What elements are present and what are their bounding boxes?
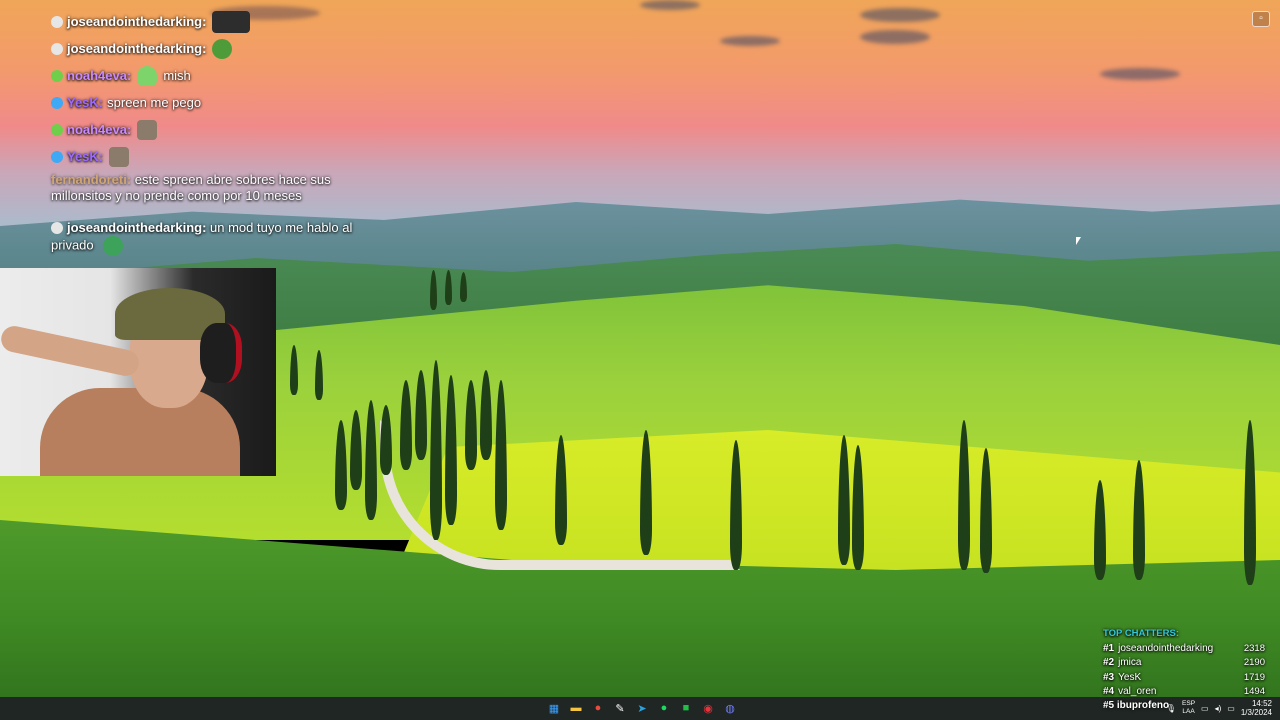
- chatter-name: jmica: [1118, 657, 1142, 669]
- top-chatters-panel: TOP CHATTERS: #1 joseandointhedarking 231…: [1103, 628, 1265, 699]
- chat-username: noah4eva:: [67, 121, 132, 137]
- mouse-cursor-icon: [1076, 237, 1081, 245]
- system-tray: 🎙 ESP LAA ▭ ◂) ▭ 14:52 1/3/2024: [1166, 699, 1272, 717]
- top-chatters-title: TOP CHATTERS:: [1103, 628, 1180, 639]
- chatter-name: YesK: [1118, 671, 1142, 683]
- top-chatter-row: #1 joseandointhedarking 2318: [1103, 642, 1265, 656]
- battery-icon[interactable]: ▭: [1227, 704, 1235, 713]
- green-app-icon[interactable]: ■: [678, 700, 694, 716]
- plant-badge-icon: [51, 123, 63, 136]
- taskbar-apps: ▦ ▬ ● ✎ ➤ ● ■ ◉ ◍: [546, 700, 738, 716]
- slime-emote-icon: [137, 65, 158, 86]
- headset: [200, 323, 242, 383]
- chat-message: YesK: spreen me pego: [51, 89, 381, 116]
- chatter-count: 1719: [1243, 671, 1265, 683]
- chat-username: fernandoreti:: [51, 172, 132, 187]
- notepad-icon[interactable]: ✎: [612, 700, 628, 716]
- spotify-icon[interactable]: ●: [656, 700, 672, 716]
- chatter-count: 2318: [1243, 643, 1265, 654]
- chrome-icon[interactable]: ●: [590, 700, 606, 716]
- windows-start-icon[interactable]: ▦: [546, 700, 562, 716]
- chat-message: joseandointhedarking:: [51, 8, 381, 35]
- chatter-rank: #4: [1103, 685, 1115, 697]
- plant-badge-icon: [51, 69, 63, 82]
- stream-chat: joseandointhedarking: joseandointhedarki…: [51, 8, 381, 256]
- cat-emote-icon: [109, 146, 130, 167]
- chatter-rank: #3: [1103, 671, 1115, 683]
- chatter-count: 2190: [1243, 657, 1265, 669]
- dark-emote-icon: [212, 10, 251, 33]
- clock-time: 14:52: [1251, 699, 1272, 708]
- chatter-name: val_oren: [1118, 685, 1157, 697]
- chat-message: YesK:: [51, 143, 381, 170]
- red-app-icon[interactable]: ◉: [700, 700, 716, 716]
- volume-icon[interactable]: ◂): [1215, 704, 1222, 713]
- chat-text: mish: [163, 67, 191, 83]
- top-chatter-row: #5 ibuprofeno: [1103, 700, 1169, 711]
- globe-emote-icon: [103, 236, 124, 256]
- chat-username: YesK:: [67, 94, 104, 110]
- ghost-badge-icon: [51, 15, 63, 28]
- chatter-rank: #5: [1103, 700, 1115, 711]
- chat-username: noah4eva:: [67, 67, 132, 83]
- chatter-name: joseandointhedarking: [1118, 643, 1214, 654]
- lang-layout: LAA: [1182, 708, 1195, 715]
- clock-date: 1/3/2024: [1240, 708, 1272, 717]
- pepe-emote-icon: [212, 38, 233, 59]
- chat-text: spreen me pego: [107, 94, 202, 110]
- chat-message: noah4eva:: [51, 116, 381, 143]
- top-chatter-row: #2 jmica 2190: [1103, 656, 1265, 670]
- chat-username: joseandointhedarking:: [67, 13, 207, 29]
- ghost-badge-icon: [51, 222, 63, 234]
- cat-emote-icon: [137, 119, 158, 140]
- chat-username: joseandointhedarking:: [67, 220, 207, 235]
- discord-icon[interactable]: ◍: [722, 700, 738, 716]
- chat-message: fernandoreti: este spreen abre sobres ha…: [51, 170, 381, 218]
- network-icon[interactable]: ▭: [1201, 704, 1209, 713]
- chatter-name: ibuprofeno: [1116, 700, 1170, 711]
- chat-username: YesK:: [67, 148, 104, 164]
- top-chatter-row: #3 YesK 1719: [1103, 671, 1265, 685]
- ghost-badge-icon: [51, 42, 63, 55]
- chat-message: joseandointhedarking: un mod tuyo me hab…: [51, 218, 381, 256]
- telegram-icon[interactable]: ➤: [634, 700, 650, 716]
- windows-taskbar: ▦ ▬ ● ✎ ➤ ● ■ ◉ ◍ 🎙 ESP LAA ▭ ◂) ▭ 14:52…: [0, 697, 1280, 720]
- chatter-rank: #2: [1103, 657, 1115, 669]
- window-toggle-icon[interactable]: ▫: [1252, 11, 1270, 27]
- chat-message: joseandointhedarking:: [51, 35, 381, 62]
- language-indicator[interactable]: ESP LAA: [1182, 700, 1195, 716]
- pen-badge-icon: [51, 150, 63, 163]
- chat-message: noah4eva: mish: [51, 62, 381, 89]
- chatter-rank: #1: [1103, 643, 1115, 654]
- taskbar-clock[interactable]: 14:52 1/3/2024: [1241, 699, 1272, 717]
- streamer-shirt: [40, 388, 240, 476]
- pen-badge-icon: [51, 96, 63, 109]
- webcam-overlay: [0, 268, 276, 476]
- lang-code: ESP: [1182, 700, 1196, 707]
- chat-username: joseandointhedarking:: [67, 40, 207, 56]
- file-explorer-icon[interactable]: ▬: [568, 700, 584, 716]
